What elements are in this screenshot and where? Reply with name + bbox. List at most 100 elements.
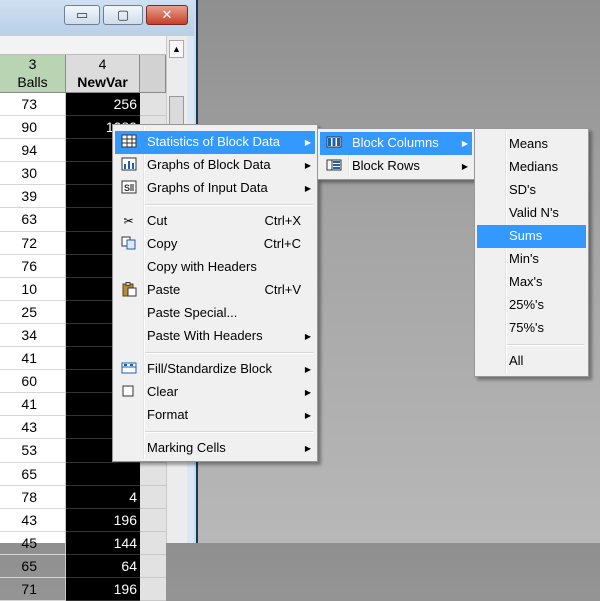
scroll-up-arrow-icon[interactable]: ▲ [169, 40, 184, 58]
cell-balls[interactable]: 73 [0, 93, 66, 117]
menu-item-means[interactable]: Means [477, 133, 586, 156]
cell-balls[interactable]: 30 [0, 162, 66, 186]
cell-balls[interactable]: 41 [0, 347, 66, 371]
cell-newvar[interactable]: 4 [66, 485, 140, 509]
menu-item-copy[interactable]: Copy Ctrl+C [115, 233, 315, 256]
close-button[interactable]: ✕ [146, 5, 188, 25]
menu-item-label: Cut [147, 213, 168, 228]
cell-balls[interactable]: 78 [0, 485, 66, 509]
menu-item-label: 75%'s [509, 320, 545, 335]
cell-balls[interactable]: 43 [0, 416, 66, 440]
menu-item-cut[interactable]: ✂ Cut Ctrl+X [115, 210, 315, 233]
menu-item-label: Paste [147, 282, 181, 297]
column-name: Balls [17, 74, 48, 90]
cell-balls[interactable]: 53 [0, 439, 66, 463]
cell-balls[interactable]: 94 [0, 139, 66, 163]
cell-next[interactable] [140, 93, 166, 117]
menu-item-graphs-of-block-data[interactable]: Graphs of Block Data ▶ [115, 154, 315, 177]
cell-newvar[interactable]: 196 [66, 577, 140, 601]
menu-item-medians[interactable]: Medians [477, 156, 586, 179]
cell-balls[interactable]: 45 [0, 531, 66, 555]
cell-newvar[interactable]: 196 [66, 508, 140, 532]
menu-separator [145, 431, 313, 433]
menu-item-valid-ns[interactable]: Valid N's [477, 202, 586, 225]
menu-item-sds[interactable]: SD's [477, 179, 586, 202]
table-row: 43 196 [0, 508, 166, 532]
column-header-balls[interactable]: 3 Balls [0, 55, 66, 93]
cell-newvar[interactable]: 256 [66, 93, 140, 117]
rows-icon [325, 158, 342, 174]
menu-item-label: Medians [509, 159, 559, 174]
scissors-icon: ✂ [123, 214, 134, 228]
menu-item-25-percentiles[interactable]: 25%'s [477, 294, 586, 317]
menu-item-label: Statistics of Block Data [147, 134, 280, 149]
statistics-submenu: Block Columns ▶ Block Rows ▶ [317, 128, 475, 180]
minimize-button[interactable]: ▭ [64, 5, 100, 25]
menu-item-copy-with-headers[interactable]: Copy with Headers [115, 256, 315, 279]
cell-balls[interactable]: 65 [0, 462, 66, 486]
cell-balls[interactable]: 76 [0, 254, 66, 278]
submenu-arrow-icon: ▶ [304, 388, 311, 397]
cell-newvar[interactable]: 144 [66, 531, 140, 555]
cell-newvar[interactable]: 64 [66, 554, 140, 578]
menu-item-sums[interactable]: Sums [477, 225, 586, 248]
cell-balls[interactable]: 41 [0, 393, 66, 417]
menu-item-label: Means [509, 136, 549, 151]
cell-balls[interactable]: 34 [0, 323, 66, 348]
cell-balls[interactable]: 63 [0, 208, 66, 232]
cell-newvar[interactable] [66, 462, 140, 486]
cell-balls[interactable]: 43 [0, 508, 66, 532]
menu-item-graphs-of-input-data[interactable]: S Graphs of Input Data ▶ [115, 177, 315, 200]
title-bar[interactable]: ▭ ▢ ✕ [0, 0, 194, 36]
table-row: 78 4 [0, 485, 166, 509]
cell-balls[interactable]: 65 [0, 554, 66, 578]
menu-item-fill-standardize-block[interactable]: Fill/Standardize Block ▶ [115, 358, 315, 381]
menu-item-all[interactable]: All [477, 350, 586, 373]
menu-item-shortcut: Ctrl+V [264, 282, 301, 297]
context-menu: Statistics of Block Data ▶ Graphs of Blo… [112, 124, 318, 462]
column-name: NewVar [77, 74, 128, 90]
menu-item-label: Min's [509, 251, 539, 266]
menu-item-label: Clear [147, 384, 179, 399]
cell-next[interactable] [140, 462, 166, 486]
column-header-newvar[interactable]: 4 NewVar [66, 55, 140, 93]
menu-item-maxs[interactable]: Max's [477, 271, 586, 294]
cell-next[interactable] [140, 485, 166, 509]
menu-item-label: Fill/Standardize Block [147, 361, 272, 376]
menu-item-mins[interactable]: Min's [477, 248, 586, 271]
cell-balls[interactable]: 90 [0, 116, 66, 140]
cell-next[interactable] [140, 508, 166, 532]
menu-item-block-columns[interactable]: Block Columns ▶ [320, 132, 472, 155]
menu-item-format[interactable]: Format ▶ [115, 404, 315, 427]
menu-item-label: Copy [147, 236, 178, 251]
menu-item-paste[interactable]: Paste Ctrl+V [115, 279, 315, 302]
menu-item-label: Marking Cells [147, 440, 226, 455]
menu-item-clear[interactable]: Clear ▶ [115, 381, 315, 404]
cell-balls[interactable]: 60 [0, 370, 66, 394]
cell-next[interactable] [140, 554, 166, 578]
menu-item-paste-with-headers[interactable]: Paste With Headers ▶ [115, 325, 315, 348]
cell-next[interactable] [140, 577, 166, 601]
menu-item-statistics-of-block-data[interactable]: Statistics of Block Data ▶ [115, 131, 315, 154]
cell-balls[interactable]: 39 [0, 185, 66, 209]
menu-item-75-percentiles[interactable]: 75%'s [477, 317, 586, 340]
bar-chart-icon [120, 157, 137, 173]
column-header-next[interactable] [140, 55, 166, 93]
menu-item-block-rows[interactable]: Block Rows ▶ [320, 155, 472, 178]
grid-top-strip [0, 36, 166, 55]
maximize-button[interactable]: ▢ [103, 5, 143, 25]
cell-next[interactable] [140, 531, 166, 555]
cell-balls[interactable]: 25 [0, 300, 66, 324]
menu-item-paste-special[interactable]: Paste Special... [115, 302, 315, 325]
maximize-icon: ▢ [116, 7, 130, 22]
cell-balls[interactable]: 71 [0, 577, 66, 601]
submenu-arrow-icon: ▶ [304, 365, 311, 374]
cell-balls[interactable]: 72 [0, 231, 66, 255]
menu-item-label: Copy with Headers [147, 259, 257, 274]
menu-item-marking-cells[interactable]: Marking Cells ▶ [115, 437, 315, 460]
table-row: 65 [0, 462, 166, 486]
menu-item-label: Paste With Headers [147, 328, 263, 343]
paste-icon [120, 282, 137, 298]
menu-separator [507, 344, 584, 346]
cell-balls[interactable]: 10 [0, 277, 66, 301]
